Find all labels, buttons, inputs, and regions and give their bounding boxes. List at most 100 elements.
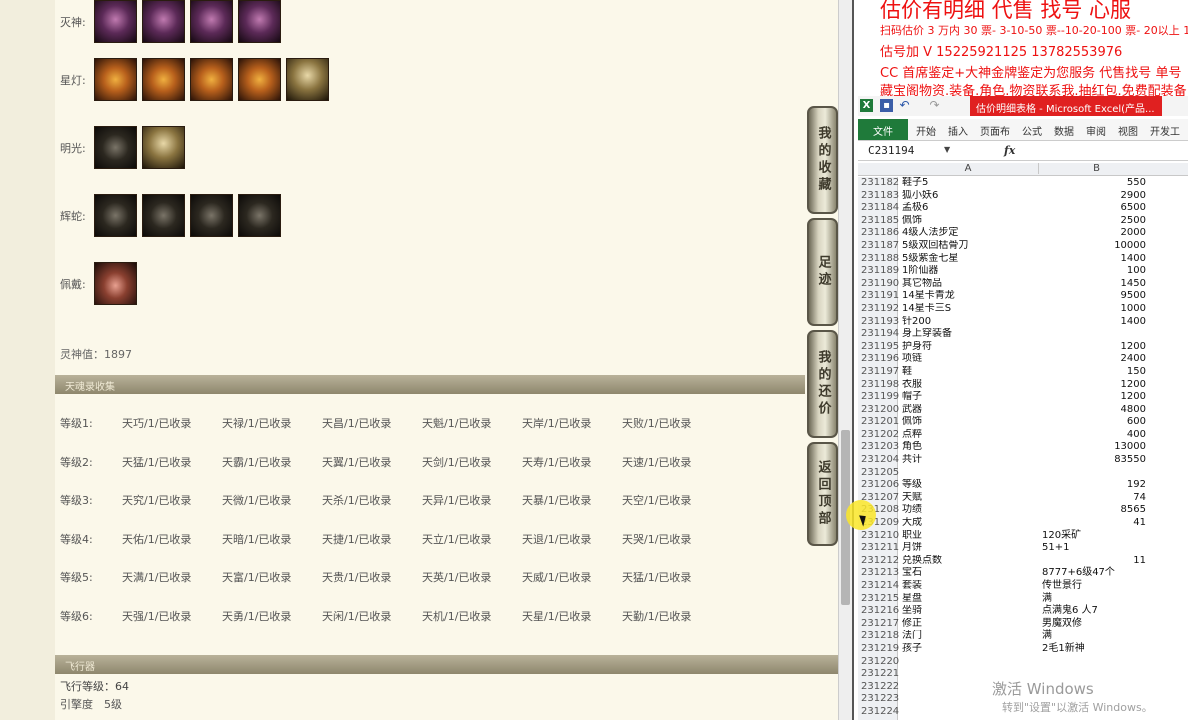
cell-b[interactable]: 2000 [1038,227,1154,240]
row-number[interactable]: 231183 [858,189,899,203]
cell-a[interactable]: 星盘 [902,593,1036,606]
equipment-item-icon[interactable] [142,126,185,169]
row-number[interactable]: 231191 [858,290,899,303]
cell-a[interactable]: 佩饰 [902,215,1036,228]
cell-b[interactable]: 150 [1038,366,1154,379]
row-number[interactable]: 231210 [858,529,899,543]
row-number[interactable]: 231194 [858,328,899,341]
cell-a[interactable]: 修正 [902,618,1036,631]
save-icon[interactable]: ▪ [880,99,893,112]
tab-insert[interactable]: 插入 [942,119,974,140]
cell-b[interactable]: 41 [1038,517,1154,530]
cell-b[interactable]: 男魔双修 [1038,618,1154,631]
cell-a[interactable]: 套装 [902,580,1036,593]
equipment-item-icon[interactable] [94,194,137,237]
cell-b[interactable]: 1450 [1038,278,1154,291]
cell-a[interactable]: 大成 [902,517,1036,530]
cell-a[interactable]: 帽子 [902,391,1036,404]
row-number[interactable]: 231197 [858,365,899,379]
row-number[interactable]: 231193 [858,315,899,329]
cell-a[interactable]: 武器 [902,404,1036,417]
equipment-item-icon[interactable] [142,58,185,101]
cell-a[interactable]: 4级人法步定 [902,227,1036,240]
cell-a[interactable]: 孟极6 [902,202,1036,215]
cell-a[interactable]: 兑换点数 [902,555,1036,568]
cell-b[interactable]: 74 [1038,492,1154,505]
cell-a[interactable]: 佩饰 [902,416,1036,429]
row-number[interactable]: 231195 [858,340,899,354]
undo-icon[interactable]: ↶ [898,99,911,112]
redo-icon[interactable]: ↷ [928,99,941,112]
cell-a[interactable]: 孩子 [902,643,1036,656]
cell-a[interactable]: 项链 [902,353,1036,366]
row-number[interactable]: 231217 [858,617,899,631]
row-number[interactable]: 231186 [858,227,899,240]
equipment-item-icon[interactable] [142,0,185,43]
cell-a[interactable]: 等级 [902,479,1036,492]
cell-a[interactable]: 角色 [902,441,1036,454]
cell-a[interactable]: 护身符 [902,341,1036,354]
cell-b[interactable]: 1200 [1038,341,1154,354]
equipment-item-icon[interactable] [94,126,137,169]
column-header-b[interactable]: B [1038,163,1154,174]
tab-file[interactable]: 文件 [858,119,908,140]
cell-a[interactable]: 宝石 [902,567,1036,580]
equipment-item-icon[interactable] [238,194,281,237]
row-number[interactable]: 231199 [858,391,899,404]
cell-a[interactable]: 法门 [902,630,1036,643]
cell-b[interactable]: 6500 [1038,202,1154,215]
tab-review[interactable]: 审阅 [1080,119,1112,140]
row-number[interactable]: 231201 [858,416,899,429]
cell-b[interactable]: 100 [1038,265,1154,278]
tab-page-layout[interactable]: 页面布 [974,119,1016,140]
row-number[interactable]: 231215 [858,592,899,606]
cell-b[interactable]: 51+1 [1038,542,1154,555]
cell-a[interactable]: 功绩 [902,504,1036,517]
cell-b[interactable]: 1400 [1038,316,1154,329]
cell-a[interactable]: 职业 [902,530,1036,543]
my-favorites-button[interactable]: 我的收藏 [807,106,838,214]
row-number[interactable]: 231192 [858,302,899,316]
row-number[interactable]: 231198 [858,378,899,392]
back-to-top-button[interactable]: 返回顶部 [807,442,838,546]
cell-b[interactable]: 传世景行 [1038,580,1154,593]
row-number[interactable]: 231203 [858,441,899,455]
row-number[interactable]: 231182 [858,177,899,190]
tab-view[interactable]: 视图 [1112,119,1144,140]
row-number[interactable]: 231184 [858,202,899,215]
cell-b[interactable]: 192 [1038,479,1154,492]
cell-a[interactable]: 点粹 [902,429,1036,442]
cell-a[interactable]: 14星卡三S [902,303,1036,316]
cell-b[interactable]: 1000 [1038,303,1154,316]
tab-home[interactable]: 开始 [910,119,942,140]
cell-a[interactable]: 5级紫金七星 [902,253,1036,266]
row-number[interactable]: 231212 [858,554,899,568]
cell-b[interactable]: 1200 [1038,379,1154,392]
cell-b[interactable]: 600 [1038,416,1154,429]
cell-b[interactable]: 10000 [1038,240,1154,253]
column-header-a[interactable]: A [898,163,1038,174]
my-bargain-button[interactable]: 我的还价 [807,330,838,438]
row-number[interactable]: 231206 [858,479,899,492]
cell-b[interactable]: 2毛1新神 [1038,643,1154,656]
cell-a[interactable]: 狐小妖6 [902,190,1036,203]
cell-b[interactable]: 400 [1038,429,1154,442]
cell-b[interactable]: 点满鬼6 人7 [1038,605,1154,618]
cell-a[interactable]: 共计 [902,454,1036,467]
cell-b[interactable]: 8777+6级47个 [1038,567,1154,580]
row-number[interactable]: 231185 [858,214,899,228]
row-number[interactable]: 231200 [858,403,899,417]
equipment-item-icon[interactable] [190,194,233,237]
cell-a[interactable]: 14星卡青龙 [902,290,1036,303]
cell-a[interactable]: 其它物品 [902,278,1036,291]
equipment-item-icon[interactable] [142,194,185,237]
row-number[interactable]: 231224 [858,705,899,719]
row-number[interactable]: 231216 [858,605,899,618]
row-number[interactable]: 231220 [858,655,899,669]
equipment-item-icon[interactable] [190,0,233,43]
equipment-item-icon[interactable] [238,58,281,101]
cell-a[interactable]: 身上穿装备 [902,328,1036,341]
row-number[interactable]: 231188 [858,252,899,266]
cell-a[interactable]: 坐骑 [902,605,1036,618]
cell-a[interactable]: 天赋 [902,492,1036,505]
